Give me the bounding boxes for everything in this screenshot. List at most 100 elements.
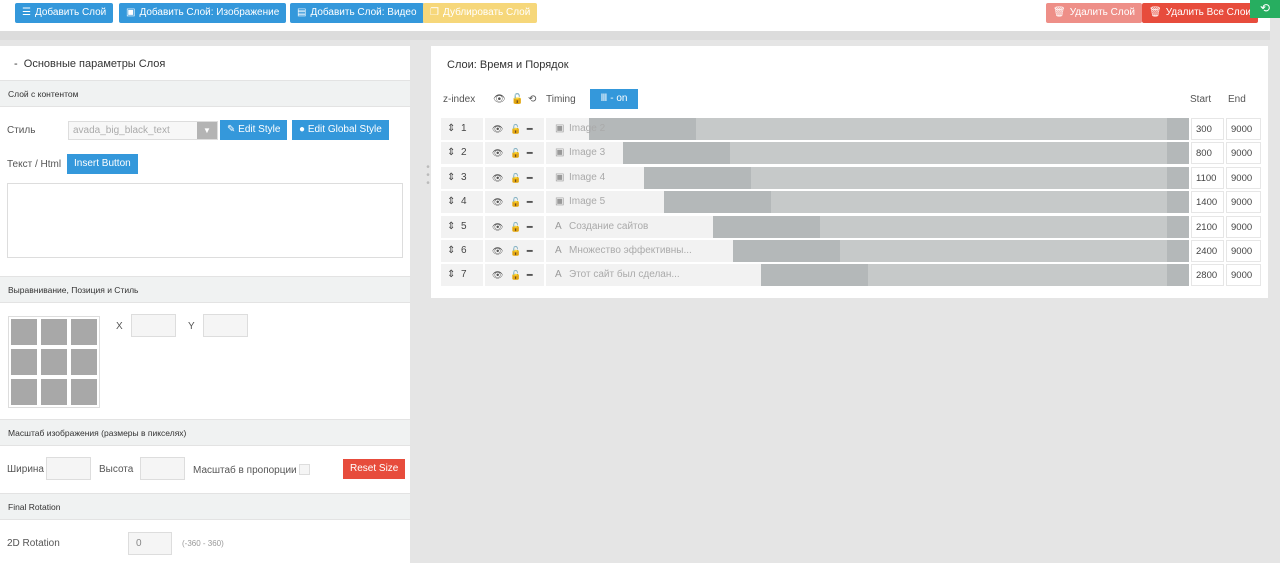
end-time-input[interactable]: 9000	[1226, 118, 1261, 140]
add-image-layer-button[interactable]: ▣ Добавить Слой: Изображение	[119, 3, 287, 23]
start-time-input[interactable]: 2100	[1191, 215, 1224, 238]
end-time-input[interactable]: 9000	[1226, 215, 1261, 238]
edit-style-button[interactable]: ✎ Edit Style	[220, 120, 288, 140]
end-time-input[interactable]: 9000	[1226, 191, 1261, 214]
eye-icon[interactable]: 👁	[492, 191, 503, 213]
rotation-input[interactable]: 0	[128, 532, 172, 555]
insert-button[interactable]: Insert Button	[67, 154, 138, 174]
proportional-checkbox[interactable]	[299, 464, 310, 475]
align-top-right[interactable]	[70, 318, 98, 346]
eye-icon[interactable]: 👁	[492, 167, 503, 189]
layer-row[interactable]: ⇕ 7 👁 🔓 ━ A Этот сайт был сделан... 2800 9000	[441, 264, 1261, 287]
timeline-bar-start[interactable]	[664, 191, 771, 214]
minus-icon[interactable]: ━	[527, 167, 532, 189]
x-input[interactable]	[131, 314, 176, 337]
timeline-cell[interactable]: A Создание сайтов	[546, 215, 1189, 238]
timeline-cell[interactable]: ▣ Image 3	[546, 142, 1189, 165]
minus-icon[interactable]: ━	[527, 118, 532, 140]
layer-row[interactable]: ⇕ 3 👁 🔓 ━ ▣ Image 4 1100 9000	[441, 166, 1261, 189]
zindex-cell[interactable]: ⇕ 2	[441, 142, 483, 165]
timeline-bar-end[interactable]	[1167, 118, 1189, 140]
eye-icon[interactable]: 👁	[492, 264, 503, 286]
layer-row[interactable]: ⇕ 2 👁 🔓 ━ ▣ Image 3 800 9000	[441, 142, 1261, 165]
delete-all-layers-button[interactable]: 🗑 Удалить Все Слои	[1142, 3, 1258, 23]
timing-toggle-button[interactable]: Ⅲ - on	[590, 89, 638, 109]
align-top-center[interactable]	[40, 318, 68, 346]
layer-row[interactable]: ⇕ 6 👁 🔓 ━ A Множество эффективны... 2400 9000	[441, 240, 1261, 262]
lock-icon[interactable]: 🔓	[510, 167, 521, 189]
minus-icon[interactable]: ━	[527, 264, 532, 286]
y-input[interactable]	[203, 314, 248, 337]
sort-icon[interactable]: ⇕	[447, 123, 455, 134]
start-time-input[interactable]: 2800	[1191, 264, 1224, 287]
align-middle-right[interactable]	[70, 348, 98, 376]
sort-icon[interactable]: ⇕	[447, 147, 455, 158]
lock-icon[interactable]: 🔓	[510, 118, 521, 140]
sort-icon[interactable]: ⇕	[447, 269, 455, 280]
timeline-bar-start[interactable]	[761, 264, 868, 287]
layer-row[interactable]: ⇕ 4 👁 🔓 ━ ▣ Image 5 1400 9000	[441, 191, 1261, 214]
timeline-cell[interactable]: ▣ Image 4	[546, 166, 1189, 189]
layer-row[interactable]: ⇕ 5 👁 🔓 ━ A Создание сайтов 2100 9000	[441, 215, 1261, 238]
minus-icon[interactable]: ━	[527, 240, 532, 262]
timeline-bar-end[interactable]	[1167, 142, 1189, 165]
timeline-bar-end[interactable]	[1167, 215, 1189, 238]
delete-layer-button[interactable]: 🗑 Удалить Слой	[1046, 3, 1142, 23]
timeline-cell[interactable]: ▣ Image 2	[546, 118, 1189, 140]
style-select[interactable]: avada_big_black_text ▼	[68, 121, 218, 140]
sort-icon[interactable]: ⇕	[447, 172, 455, 183]
layer-text-textarea[interactable]	[7, 183, 403, 258]
end-time-input[interactable]: 9000	[1226, 142, 1261, 165]
eye-icon[interactable]: 👁	[492, 216, 503, 238]
sort-icon[interactable]: ⇕	[447, 196, 455, 207]
eye-icon[interactable]: 👁	[492, 142, 503, 164]
timeline-bar-start[interactable]	[644, 166, 751, 189]
start-time-input[interactable]: 300	[1191, 118, 1224, 140]
edit-global-style-button[interactable]: ● Edit Global Style	[292, 120, 389, 140]
start-time-input[interactable]: 1100	[1191, 166, 1224, 189]
end-time-input[interactable]: 9000	[1226, 166, 1261, 189]
timeline-bar-end[interactable]	[1167, 264, 1189, 287]
sort-icon[interactable]: ⇕	[447, 245, 455, 256]
lock-icon[interactable]: 🔓	[510, 191, 521, 213]
start-time-input[interactable]: 2400	[1191, 240, 1224, 262]
end-time-input[interactable]: 9000	[1226, 264, 1261, 287]
lock-icon[interactable]: 🔓	[511, 94, 523, 105]
timeline-bar-end[interactable]	[1167, 191, 1189, 214]
lock-icon[interactable]: 🔓	[510, 142, 521, 164]
align-middle-left[interactable]	[10, 348, 38, 376]
timeline-cell[interactable]: A Множество эффективны...	[546, 240, 1189, 262]
minus-icon[interactable]: ━	[527, 216, 532, 238]
align-middle-center[interactable]	[40, 348, 68, 376]
eye-icon[interactable]: 👁	[493, 94, 506, 105]
start-time-input[interactable]: 1400	[1191, 191, 1224, 214]
lock-icon[interactable]: 🔓	[510, 216, 521, 238]
height-input[interactable]	[140, 457, 185, 480]
zindex-cell[interactable]: ⇕ 7	[441, 264, 483, 287]
timeline-bar-start[interactable]	[713, 215, 820, 238]
align-bottom-center[interactable]	[40, 378, 68, 406]
timeline-cell[interactable]: A Этот сайт был сделан...	[546, 264, 1189, 287]
eye-icon[interactable]: 👁	[492, 240, 503, 262]
lock-icon[interactable]: 🔓	[510, 264, 521, 286]
zindex-cell[interactable]: ⇕ 4	[441, 191, 483, 214]
align-bottom-right[interactable]	[70, 378, 98, 406]
panel-title[interactable]: - Основные параметры Слоя	[14, 58, 165, 70]
duplicate-layer-button[interactable]: ❐ Дублировать Слой	[423, 3, 538, 23]
timeline-bar-end[interactable]	[1167, 166, 1189, 189]
timeline-cell[interactable]: ▣ Image 5	[546, 191, 1189, 214]
refresh-icon[interactable]: ⟲	[1250, 0, 1280, 18]
minus-icon[interactable]: ━	[527, 191, 532, 213]
timeline-bar-start[interactable]	[733, 240, 840, 262]
reset-size-button[interactable]: Reset Size	[343, 459, 406, 479]
minus-icon[interactable]: ━	[527, 142, 532, 164]
end-time-input[interactable]: 9000	[1226, 240, 1261, 262]
lock-icon[interactable]: 🔓	[510, 240, 521, 262]
sort-icon[interactable]: ⇕	[447, 221, 455, 232]
align-bottom-left[interactable]	[10, 378, 38, 406]
zindex-cell[interactable]: ⇕ 6	[441, 240, 483, 262]
zindex-cell[interactable]: ⇕ 5	[441, 215, 483, 238]
timeline-bar-start[interactable]	[623, 142, 730, 165]
add-layer-button[interactable]: ☰ Добавить Слой	[15, 3, 114, 23]
zindex-cell[interactable]: ⇕ 1	[441, 118, 483, 140]
